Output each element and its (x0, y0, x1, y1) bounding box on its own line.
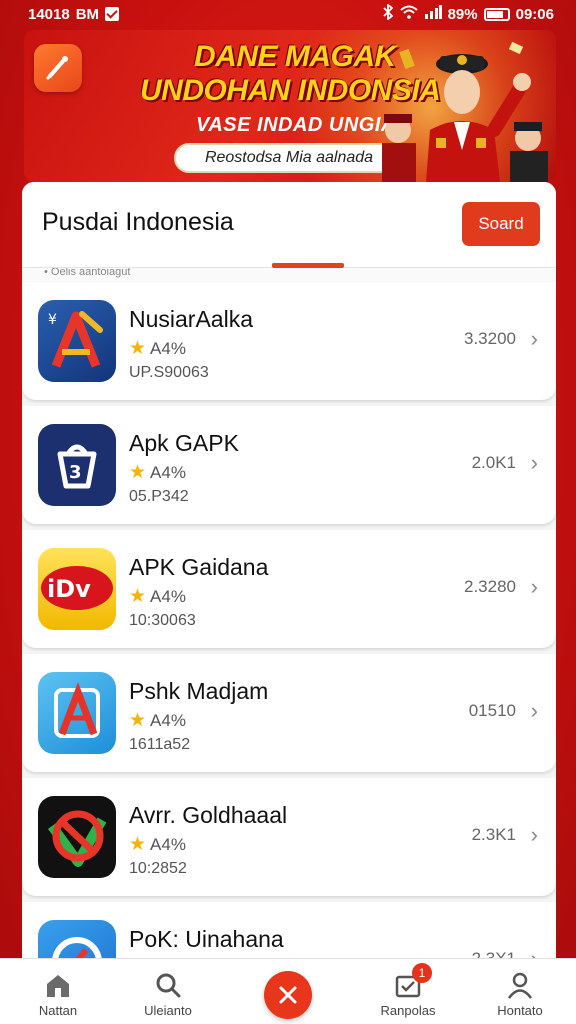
app-meta: UP.S90063 (129, 364, 209, 381)
wifi-icon (399, 5, 418, 23)
search-icon (118, 959, 218, 999)
home-icon (8, 959, 108, 999)
nav-updates-label: Ranpolas (380, 1003, 436, 1018)
star-icon: ★ (129, 710, 147, 731)
tools-fab-button[interactable] (264, 971, 312, 1019)
nav-search[interactable]: Uleianto (118, 959, 218, 1024)
chevron-right-icon: › (530, 822, 538, 847)
rating-value: A4% (150, 462, 186, 482)
rating-value: A4% (150, 338, 186, 358)
bluetooth-icon (382, 3, 394, 24)
status-carrier: BM (75, 5, 100, 23)
app-name: Apk GAPK (129, 430, 239, 456)
chevron-right-icon: › (530, 574, 538, 599)
list-item[interactable]: ¥ NusiarAalka ★ A4% UP.S90063 3.3200 › (22, 282, 556, 400)
app-rating: ★ A4% (129, 337, 186, 360)
app-size: 01510 (468, 701, 516, 720)
tab-indicator (272, 263, 344, 268)
app-size: 2.3K1 (471, 825, 516, 844)
app-meta: 10:30063 (129, 612, 196, 629)
app-name: Avrr. Goldhaaal (129, 802, 288, 828)
chevron-right-icon: › (530, 450, 538, 475)
svg-text:3: 3 (69, 462, 82, 483)
app-size: 2.0K1 (471, 453, 516, 472)
app-size: 2.3280 (464, 577, 516, 596)
svg-text:iDv: iDv (47, 575, 91, 603)
app-meta: 10:2852 (129, 860, 187, 877)
list-item[interactable]: Avrr. Goldhaaal ★ A4% 10:2852 2.3K1 › (22, 778, 556, 896)
rating-value: A4% (150, 710, 186, 730)
nav-updates[interactable]: 1 Ranpolas (358, 959, 458, 1024)
inbox-icon (358, 959, 458, 999)
list-item[interactable]: iDv APK Gaidana ★ A4% 10:30063 2.3280 › (22, 530, 556, 648)
list-item[interactable]: 3 Apk GAPK ★ A4% 05.P342 2.0K1 › (22, 406, 556, 524)
svg-text:¥: ¥ (48, 312, 57, 328)
officer-illustration (382, 41, 548, 182)
app-icon-goldhaaal (38, 796, 116, 878)
signal-icon (424, 5, 442, 23)
app-rating: ★ A4% (129, 585, 186, 608)
nav-profile[interactable]: Hontato (470, 959, 570, 1024)
chevron-right-icon: › (530, 698, 538, 723)
nav-search-label: Uleianto (144, 1003, 192, 1018)
rating-value: A4% (150, 586, 186, 606)
app-rating: ★ A4% (129, 709, 186, 732)
app-rating: ★ A4% (129, 833, 186, 856)
app-list-card: Pusdai Indonesia Soard • Oelis aantoiagu… (22, 182, 556, 972)
search-button[interactable]: Soard (462, 202, 540, 246)
star-icon: ★ (129, 338, 147, 359)
battery-percent: 89% (447, 5, 478, 23)
app-name: Pshk Madjam (129, 678, 269, 704)
battery-icon (483, 7, 510, 21)
app-name: NusiarAalka (129, 306, 253, 332)
app-icon-gaidana: iDv (38, 548, 116, 630)
nav-profile-label: Hontato (497, 1003, 543, 1018)
star-icon: ★ (129, 834, 147, 855)
list-subheader: • Oelis aantoiagut (22, 268, 556, 282)
rating-value: A4% (150, 834, 186, 854)
check-icon (105, 7, 120, 21)
banner-title-line1: DANE MAGAK (194, 40, 396, 73)
list-item[interactable]: Pshk Madjam ★ A4% 1611a52 01510 › (22, 654, 556, 772)
nav-home-label: Nattan (38, 1003, 78, 1018)
chevron-right-icon: › (530, 326, 538, 351)
status-bar: 14018 BM 89% 09:06 (0, 0, 576, 28)
app-rating: ★ A4% (129, 461, 186, 484)
star-icon: ★ (129, 462, 147, 483)
bottom-navigation: Nattan Uleianto 1 Ranpolas Hontato (0, 958, 576, 1024)
app-meta: 1611a52 (129, 736, 191, 753)
app-name: PoK: Uinahana (129, 926, 284, 952)
promo-banner[interactable]: DANE MAGAK UNDOHAN INDONSIA VASE INDAD U… (24, 30, 556, 182)
star-icon: ★ (129, 586, 147, 607)
notification-badge: 1 (412, 963, 432, 983)
app-icon-nusiar: ¥ (38, 300, 116, 382)
app-name: APK Gaidana (129, 554, 269, 580)
status-time: 14018 (28, 5, 70, 23)
app-logo-icon[interactable] (34, 44, 82, 92)
app-icon-apk-gapk: 3 (38, 424, 116, 506)
user-icon (470, 959, 570, 999)
nav-home[interactable]: Nattan (8, 959, 108, 1024)
app-meta: 05.P342 (129, 488, 189, 505)
card-header: Pusdai Indonesia Soard (22, 182, 556, 268)
app-icon-madjam (38, 672, 116, 754)
status-clock: 09:06 (515, 5, 554, 23)
tools-icon (279, 986, 297, 1004)
page-title: Pusdai Indonesia (42, 208, 234, 236)
app-size: 3.3200 (464, 329, 516, 348)
